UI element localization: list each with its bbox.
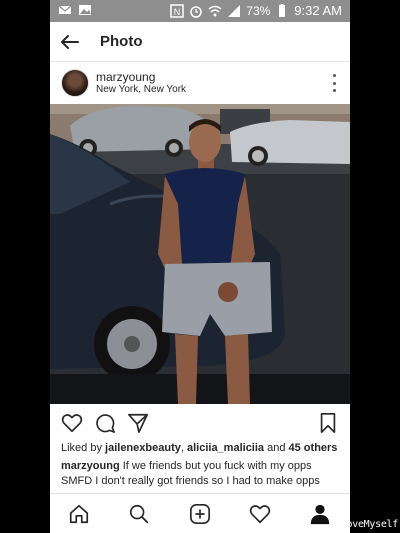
page-title: Photo	[100, 33, 143, 50]
phone-screen: N 73% 9:32 AM Photo marzyoung New York, …	[50, 0, 350, 533]
clock: 9:32 AM	[294, 3, 342, 18]
post-location[interactable]: New York, New York	[96, 84, 186, 95]
liker-link-2[interactable]: aliciia_maliciia	[187, 442, 264, 454]
bottom-nav	[50, 493, 350, 533]
post-actions	[50, 404, 350, 442]
caption-username[interactable]: marzyoung	[61, 460, 120, 472]
nav-profile[interactable]	[309, 503, 331, 525]
mail-icon	[58, 3, 72, 17]
svg-text:N: N	[174, 7, 181, 17]
alarm-icon	[189, 4, 203, 18]
avatar[interactable]	[61, 69, 89, 97]
post-photo[interactable]	[50, 104, 350, 404]
bookmark-icon	[320, 413, 336, 433]
likes-summary: Liked by jailenexbeauty, aliciia_malicii…	[61, 442, 337, 454]
heart-icon	[61, 414, 83, 433]
plus-square-icon	[190, 504, 210, 524]
battery-icon	[275, 3, 289, 18]
arrow-left-icon	[61, 35, 79, 49]
likes-prefix: Liked by	[61, 442, 106, 454]
nfc-icon: N	[170, 3, 185, 18]
more-vertical-icon	[332, 74, 336, 77]
search-icon	[129, 504, 149, 524]
send-icon	[128, 413, 148, 433]
heart-icon	[249, 505, 271, 524]
signal-icon	[227, 4, 241, 18]
share-button[interactable]	[127, 412, 149, 434]
status-bar: N 73% 9:32 AM	[50, 0, 350, 22]
save-button[interactable]	[317, 412, 339, 434]
post-username[interactable]: marzyoung	[96, 70, 155, 84]
comment-icon	[96, 414, 115, 433]
like-button[interactable]	[61, 412, 83, 434]
battery-percent: 73%	[246, 3, 271, 18]
nav-activity[interactable]	[249, 503, 271, 525]
liker-link-1[interactable]: jailenexbeauty	[105, 442, 181, 454]
app-bar: Photo	[50, 22, 350, 62]
back-button[interactable]	[58, 30, 82, 54]
likes-and: and	[264, 442, 289, 454]
image-icon	[78, 3, 92, 17]
likes-others-link[interactable]: 45 others	[289, 442, 338, 454]
post-caption: marzyoung If we friends but you fuck wit…	[61, 459, 345, 489]
profile-icon	[310, 504, 330, 525]
home-icon	[69, 504, 89, 524]
wifi-icon	[208, 4, 222, 18]
nav-add[interactable]	[189, 503, 211, 525]
nav-search[interactable]	[128, 503, 150, 525]
comment-button[interactable]	[94, 412, 116, 434]
post-header: marzyoung New York, New York	[50, 62, 350, 104]
watermark: ProveMyself	[335, 519, 398, 530]
more-options-button[interactable]	[330, 74, 338, 92]
nav-home[interactable]	[68, 503, 90, 525]
